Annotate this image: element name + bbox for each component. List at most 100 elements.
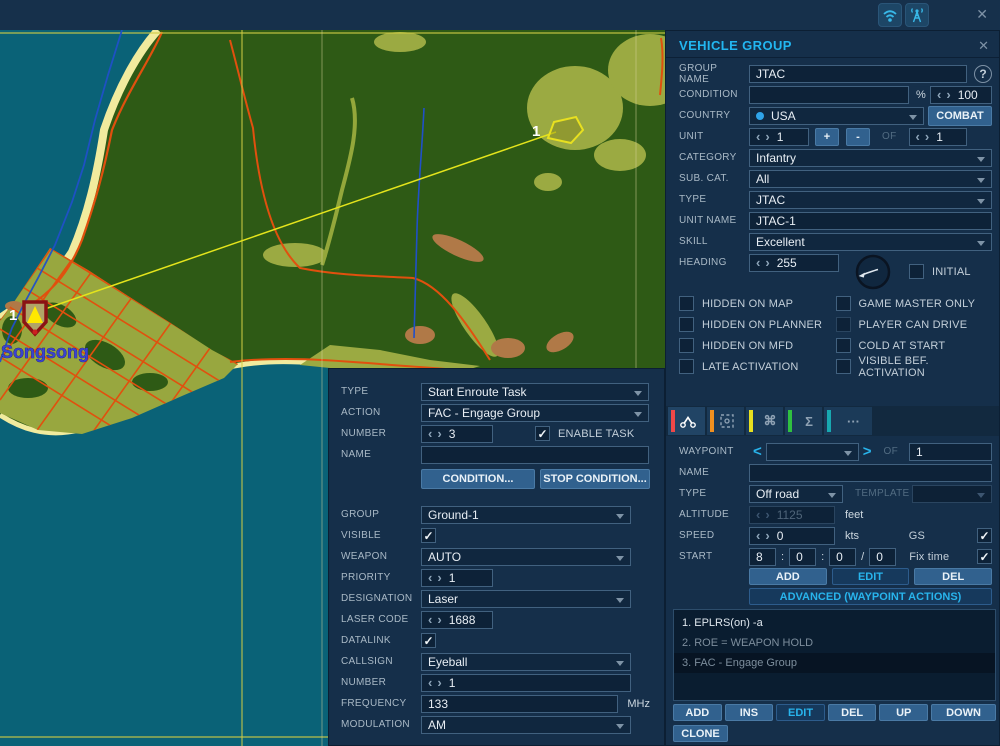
skill-value: Excellent: [756, 235, 805, 249]
start-minutes-input[interactable]: 0: [789, 548, 816, 566]
condition-button[interactable]: CONDITION...: [421, 469, 535, 489]
visible-bef-activation-checkbox[interactable]: [836, 359, 851, 374]
start-day-input[interactable]: 0: [869, 548, 896, 566]
game-master-only-checkbox[interactable]: [836, 296, 851, 311]
hidden-on-mfd-checkbox[interactable]: [679, 338, 694, 353]
tab-color-bar: [710, 410, 714, 432]
callsign-number-spinner[interactable]: 1: [421, 674, 631, 692]
spinner-arrows-icon[interactable]: [756, 129, 770, 144]
start-seconds-input[interactable]: 0: [829, 548, 856, 566]
spinner-arrows-icon[interactable]: [937, 87, 951, 102]
category-dropdown[interactable]: Infantry: [749, 149, 992, 167]
task-name-input[interactable]: [421, 446, 649, 464]
subcat-dropdown[interactable]: All: [749, 170, 992, 188]
unit-total-spinner[interactable]: 1: [909, 128, 967, 146]
combat-button[interactable]: COMBAT: [928, 106, 992, 126]
gs-checkbox[interactable]: [977, 528, 992, 543]
tab-target-frame[interactable]: [707, 407, 744, 435]
hidden-on-planner-checkbox[interactable]: [679, 317, 694, 332]
group-name-input[interactable]: JTAC: [749, 65, 967, 83]
tab-summary[interactable]: Σ: [785, 407, 822, 435]
help-button[interactable]: ?: [974, 65, 992, 83]
condition-spinner[interactable]: 100: [930, 86, 992, 104]
spinner-arrows-icon[interactable]: [428, 570, 442, 585]
waypoint-dropdown[interactable]: [766, 443, 859, 461]
cold-at-start-checkbox[interactable]: [836, 338, 851, 353]
waypoint-edit-button[interactable]: EDIT: [832, 568, 910, 585]
spinner-arrows-icon[interactable]: [756, 528, 770, 543]
action-list-item[interactable]: 1. EPLRS(on) -a: [674, 613, 995, 633]
action-del-button[interactable]: DEL: [828, 704, 877, 721]
task-action-dropdown[interactable]: FAC - Engage Group: [421, 404, 649, 422]
heading-spinner[interactable]: 255: [749, 254, 839, 272]
waypoint-buttons: ADD EDIT DEL: [749, 568, 992, 585]
action-list-item[interactable]: 2. ROE = WEAPON HOLD: [674, 633, 995, 653]
weapon-dropdown[interactable]: AUTO: [421, 548, 631, 566]
waypoint-prev-button[interactable]: <: [749, 443, 766, 460]
stop-condition-button[interactable]: STOP CONDITION...: [540, 469, 650, 489]
start-hours-input[interactable]: 8: [749, 548, 776, 566]
unit-name-input[interactable]: JTAC-1: [749, 212, 992, 230]
tab-route[interactable]: [668, 407, 705, 435]
frequency-input[interactable]: 133: [421, 695, 618, 713]
datalink-checkbox[interactable]: [421, 633, 436, 648]
option-row: GAME MASTER ONLY: [836, 293, 993, 314]
condition-row: CONDITION % 100: [679, 84, 992, 105]
enable-task-checkbox[interactable]: [535, 426, 550, 441]
condition-input[interactable]: [749, 86, 909, 104]
designation-dropdown[interactable]: Laser: [421, 590, 631, 608]
type-dropdown[interactable]: JTAC: [749, 191, 992, 209]
tab-more[interactable]: ···: [824, 407, 872, 435]
wp-name-input[interactable]: [749, 464, 992, 482]
panel-close-icon[interactable]: ✕: [978, 38, 989, 54]
waypoint-next-button[interactable]: >: [859, 443, 876, 460]
task-group-dropdown[interactable]: Ground-1: [421, 506, 631, 524]
advanced-waypoint-actions-button[interactable]: ADVANCED (WAYPOINT ACTIONS): [749, 588, 992, 605]
action-list-item[interactable]: 3. FAC - Engage Group: [674, 653, 995, 673]
modulation-dropdown[interactable]: AM: [421, 716, 631, 734]
action-edit-button[interactable]: EDIT: [776, 704, 825, 721]
speed-label: SPEED: [679, 530, 749, 541]
unit-add-button[interactable]: +: [815, 128, 839, 146]
task-type-dropdown[interactable]: Start Enroute Task: [421, 383, 649, 401]
waypoint-del-button[interactable]: DEL: [914, 568, 992, 585]
radio-tower-button[interactable]: [905, 3, 929, 27]
heading-dial[interactable]: [854, 253, 892, 291]
speed-spinner[interactable]: 0: [749, 527, 835, 545]
option-row: HIDDEN ON MAP: [679, 293, 836, 314]
visible-checkbox[interactable]: [421, 528, 436, 543]
hidden-on-map-checkbox[interactable]: [679, 296, 694, 311]
window-close-icon[interactable]: ✕: [976, 6, 988, 23]
subcat-value: All: [756, 172, 769, 186]
priority-spinner[interactable]: 1: [421, 569, 493, 587]
waypoint-add-button[interactable]: ADD: [749, 568, 827, 585]
spinner-arrows-icon[interactable]: [756, 255, 770, 270]
initial-checkbox[interactable]: [909, 264, 924, 279]
action-up-button[interactable]: UP: [879, 704, 928, 721]
spinner-arrows-icon[interactable]: [428, 675, 442, 690]
wifi-button[interactable]: [878, 3, 902, 27]
spinner-arrows-icon[interactable]: [428, 426, 442, 441]
vehicle-group-panel: VEHICLE GROUP ✕ GROUP NAME JTAC ? CONDIT…: [665, 30, 1000, 746]
callsign-dropdown[interactable]: Eyeball: [421, 653, 631, 671]
tab-color-bar: [749, 410, 753, 432]
laser-code-spinner[interactable]: 1688: [421, 611, 493, 629]
unit-spinner[interactable]: 1: [749, 128, 809, 146]
action-down-button[interactable]: DOWN: [931, 704, 996, 721]
action-ins-button[interactable]: INS: [725, 704, 774, 721]
fix-time-checkbox[interactable]: [977, 549, 992, 564]
country-dropdown[interactable]: USA: [749, 107, 924, 125]
action-clone-button[interactable]: CLONE: [673, 725, 728, 742]
task-number-spinner[interactable]: 3: [421, 425, 493, 443]
wp-type-dropdown[interactable]: Off road: [749, 485, 843, 503]
waypoint-actions-list[interactable]: 1. EPLRS(on) -a 2. ROE = WEAPON HOLD 3. …: [673, 609, 996, 701]
spinner-arrows-icon[interactable]: [428, 612, 442, 627]
unit-remove-button[interactable]: -: [846, 128, 870, 146]
skill-dropdown[interactable]: Excellent: [749, 233, 992, 251]
priority-label: PRIORITY: [341, 572, 421, 583]
tab-command[interactable]: ⌘: [746, 407, 783, 435]
action-add-button[interactable]: ADD: [673, 704, 722, 721]
waypoint-total-input[interactable]: 1: [909, 443, 992, 461]
late-activation-checkbox[interactable]: [679, 359, 694, 374]
spinner-arrows-icon[interactable]: [916, 129, 930, 144]
